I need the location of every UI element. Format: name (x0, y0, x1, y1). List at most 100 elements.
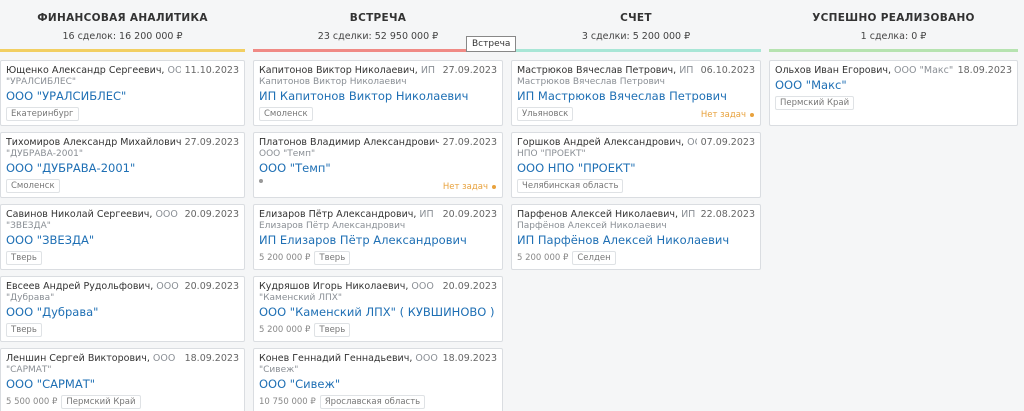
contact-name[interactable]: Конев Геннадий Геннадьевич, (259, 353, 412, 364)
company-name: Елизаров Пётр Александрович (259, 221, 406, 231)
card-footer: 10 750 000 ₽ Ярославская область (259, 395, 497, 409)
card-footer: Смоленск (259, 107, 497, 121)
deal-card[interactable]: Капитонов Виктор Николаевич, ИП 27.09.202… (253, 60, 503, 126)
deal-date: 07.09.2023 (700, 137, 755, 148)
deal-card[interactable]: Леншин Сергей Викторович, ООО 18.09.2023 "… (0, 348, 245, 411)
contact-name[interactable]: Елизаров Пётр Александрович, (259, 209, 416, 220)
column-header[interactable]: УСПЕШНО РЕАЛИЗОВАНО 1 сделка: 0 ₽ (769, 0, 1018, 49)
city-tag[interactable]: Тверь (6, 323, 42, 337)
city-tag[interactable]: Екатеринбург (6, 107, 79, 121)
column-header[interactable]: СЧЕТ 3 сделки: 5 200 000 ₽ (511, 0, 761, 49)
contact-line: Мастрюков Вячеслав Петрович, ИП (517, 65, 693, 77)
card-header: Парфенов Алексей Николаевич, ИП 22.08.202… (517, 209, 755, 221)
deal-title-link[interactable]: ИП Капитонов Виктор Николаевич (259, 89, 497, 104)
contact-name[interactable]: Евсеев Андрей Рудольфович, (6, 281, 153, 292)
deal-card[interactable]: Савинов Николай Сергеевич, ООО 20.09.2023… (0, 204, 245, 270)
deal-title-link[interactable]: ООО "Дубрава" (6, 305, 239, 320)
column-title: УСПЕШНО РЕАЛИЗОВАНО (812, 12, 975, 24)
deal-title-link[interactable]: ООО "САРМАТ" (6, 377, 239, 392)
deal-card[interactable]: Елизаров Пётр Александрович, ИП 20.09.202… (253, 204, 503, 270)
column-header[interactable]: ФИНАНСОВАЯ АНАЛИТИКА 16 сделок: 16 200 0… (0, 0, 245, 49)
company-inline: ООО (156, 281, 179, 292)
contact-name[interactable]: Парфенов Алексей Николаевич, (517, 209, 678, 220)
card-footer: 5 200 000 ₽ Тверь (259, 251, 497, 265)
column-title: ВСТРЕЧА (349, 12, 407, 24)
deal-card[interactable]: Тихомиров Александр Михайлович, ООО27.09… (0, 132, 245, 198)
deal-title-link[interactable]: ООО НПО "ПРОЕКТ" (517, 161, 755, 176)
city-tag[interactable]: Пермский Край (775, 96, 855, 110)
company-name: НПО "ПРОЕКТ" (517, 149, 586, 159)
deal-title-link[interactable]: ООО "Макс" (775, 78, 1012, 93)
company-name: "Каменский ЛПХ" (259, 293, 343, 303)
card-footer: Тверь (6, 251, 239, 265)
deal-card[interactable]: Ольхов Иван Егорович, ООО "Макс" 18.09.20… (769, 60, 1018, 126)
deal-card[interactable]: Конев Геннадий Геннадьевич, ООО 18.09.202… (253, 348, 503, 411)
deal-card[interactable]: Парфенов Алексей Николаевич, ИП 22.08.202… (511, 204, 761, 270)
company-name: "Дубрава" (6, 293, 55, 303)
contact-name[interactable]: Горшков Андрей Александрович, (517, 137, 684, 148)
company-inline: ООО (152, 353, 176, 364)
column-title: ФИНАНСОВАЯ АНАЛИТИКА (37, 12, 208, 24)
contact-name[interactable]: Капитонов Виктор Николаевич, (259, 65, 418, 76)
contact-name[interactable]: Ольхов Иван Егорович, (775, 65, 891, 76)
city-tag[interactable]: Тверь (6, 251, 42, 265)
deal-title-link[interactable]: ООО "Темп" (259, 161, 497, 176)
card-footer: 5 500 000 ₽ Пермский Край (6, 395, 239, 409)
deal-title-link[interactable]: ООО "ДУБРАВА-2001" (6, 161, 239, 176)
company-name: Мастрюков Вячеслав Петрович (517, 77, 665, 87)
deal-date: 27.09.2023 (184, 137, 239, 148)
city-tag[interactable]: Пермский Край (61, 395, 141, 409)
column-color-bar (769, 49, 1018, 52)
card-header: Ольхов Иван Егорович, ООО "Макс" 18.09.20… (775, 65, 1012, 77)
city-tag[interactable]: Смоленск (6, 179, 60, 193)
deal-card[interactable]: Евсеев Андрей Рудольфович, ООО 20.09.2023… (0, 276, 245, 342)
deal-title-link[interactable]: ИП Парфёнов Алексей Николаевич (517, 233, 755, 248)
deal-title-link[interactable]: ИП Елизаров Пётр Александрович (259, 233, 497, 248)
card-footer: Пермский Край (775, 96, 1012, 110)
city-tag[interactable]: Смоленск (259, 107, 313, 121)
city-tag[interactable]: Ярославская область (319, 395, 426, 409)
deal-title-link[interactable]: ООО "Сивеж" (259, 377, 497, 392)
deal-title-link[interactable]: ООО "Каменский ЛПХ" ( КУВШИНОВО ) (259, 305, 497, 320)
contact-name[interactable]: Савинов Николай Сергеевич, (6, 209, 152, 220)
company-inline: ИП (420, 65, 436, 76)
company-inline: ООО (411, 281, 434, 292)
deal-card[interactable]: Горшков Андрей Александрович, ООО07.09.2… (511, 132, 761, 198)
deal-date: 20.09.2023 (442, 281, 497, 292)
contact-line: Тихомиров Александр Михайлович, ООО (6, 137, 181, 149)
deal-card[interactable]: Ющенко Александр Сергеевич, ООО11.10.202… (0, 60, 245, 126)
card-header: Мастрюков Вячеслав Петрович, ИП 06.10.202… (517, 65, 755, 77)
card-footer: Челябинская область (517, 179, 755, 193)
deal-title-link[interactable]: ООО "УРАЛСИБЛЕС" (6, 89, 239, 104)
city-tag[interactable]: Ульяновск (517, 107, 574, 121)
deal-card[interactable]: Кудряшов Игорь Николаевич, ООО 20.09.2023… (253, 276, 503, 342)
deal-date: 20.09.2023 (442, 209, 497, 220)
company-name: "УРАЛСИБЛЕС" (6, 77, 77, 87)
city-tag[interactable]: Тверь (314, 251, 351, 265)
deals-board: ФИНАНСОВАЯ АНАЛИТИКА 16 сделок: 16 200 0… (0, 0, 1024, 411)
city-tag[interactable]: Селден (572, 251, 616, 265)
contact-name[interactable]: Кудряшов Игорь Николаевич, (259, 281, 408, 292)
status-text: Нет задач (700, 110, 746, 120)
deal-amount: 5 200 000 ₽ (517, 253, 569, 263)
no-tasks-status[interactable]: Нет задач (701, 110, 754, 120)
contact-line: Ольхов Иван Егорович, ООО "Макс" (775, 65, 953, 77)
contact-name[interactable]: Ющенко Александр Сергеевич, (6, 65, 164, 76)
company-inline: ООО (415, 353, 438, 364)
contact-name[interactable]: Тихомиров Александр Михайлович, (6, 137, 181, 148)
deal-amount: 5 200 000 ₽ (259, 325, 311, 335)
deal-card[interactable]: Платонов Владимир Александрович, 27.09.20… (253, 132, 503, 198)
contact-name[interactable]: Леншин Сергей Викторович, (6, 353, 150, 364)
deal-card[interactable]: Мастрюков Вячеслав Петрович, ИП 06.10.202… (511, 60, 761, 126)
city-tag[interactable]: Тверь (314, 323, 351, 337)
contact-name[interactable]: Платонов Владимир Александрович, (259, 137, 439, 148)
no-tasks-status[interactable]: Нет задач (443, 182, 496, 192)
deal-date: 27.09.2023 (442, 65, 497, 76)
card-list: Ольхов Иван Егорович, ООО "Макс" 18.09.20… (769, 60, 1018, 126)
deal-title-link[interactable]: ИП Мастрюков Вячеслав Петрович (517, 89, 755, 104)
deal-title-link[interactable]: ООО "ЗВЕЗДА" (6, 233, 239, 248)
company-name: Капитонов Виктор Николаевич (259, 77, 407, 87)
card-header: Кудряшов Игорь Николаевич, ООО 20.09.2023 (259, 281, 497, 293)
city-tag[interactable]: Челябинская область (517, 179, 624, 193)
contact-name[interactable]: Мастрюков Вячеслав Петрович, (517, 65, 676, 76)
